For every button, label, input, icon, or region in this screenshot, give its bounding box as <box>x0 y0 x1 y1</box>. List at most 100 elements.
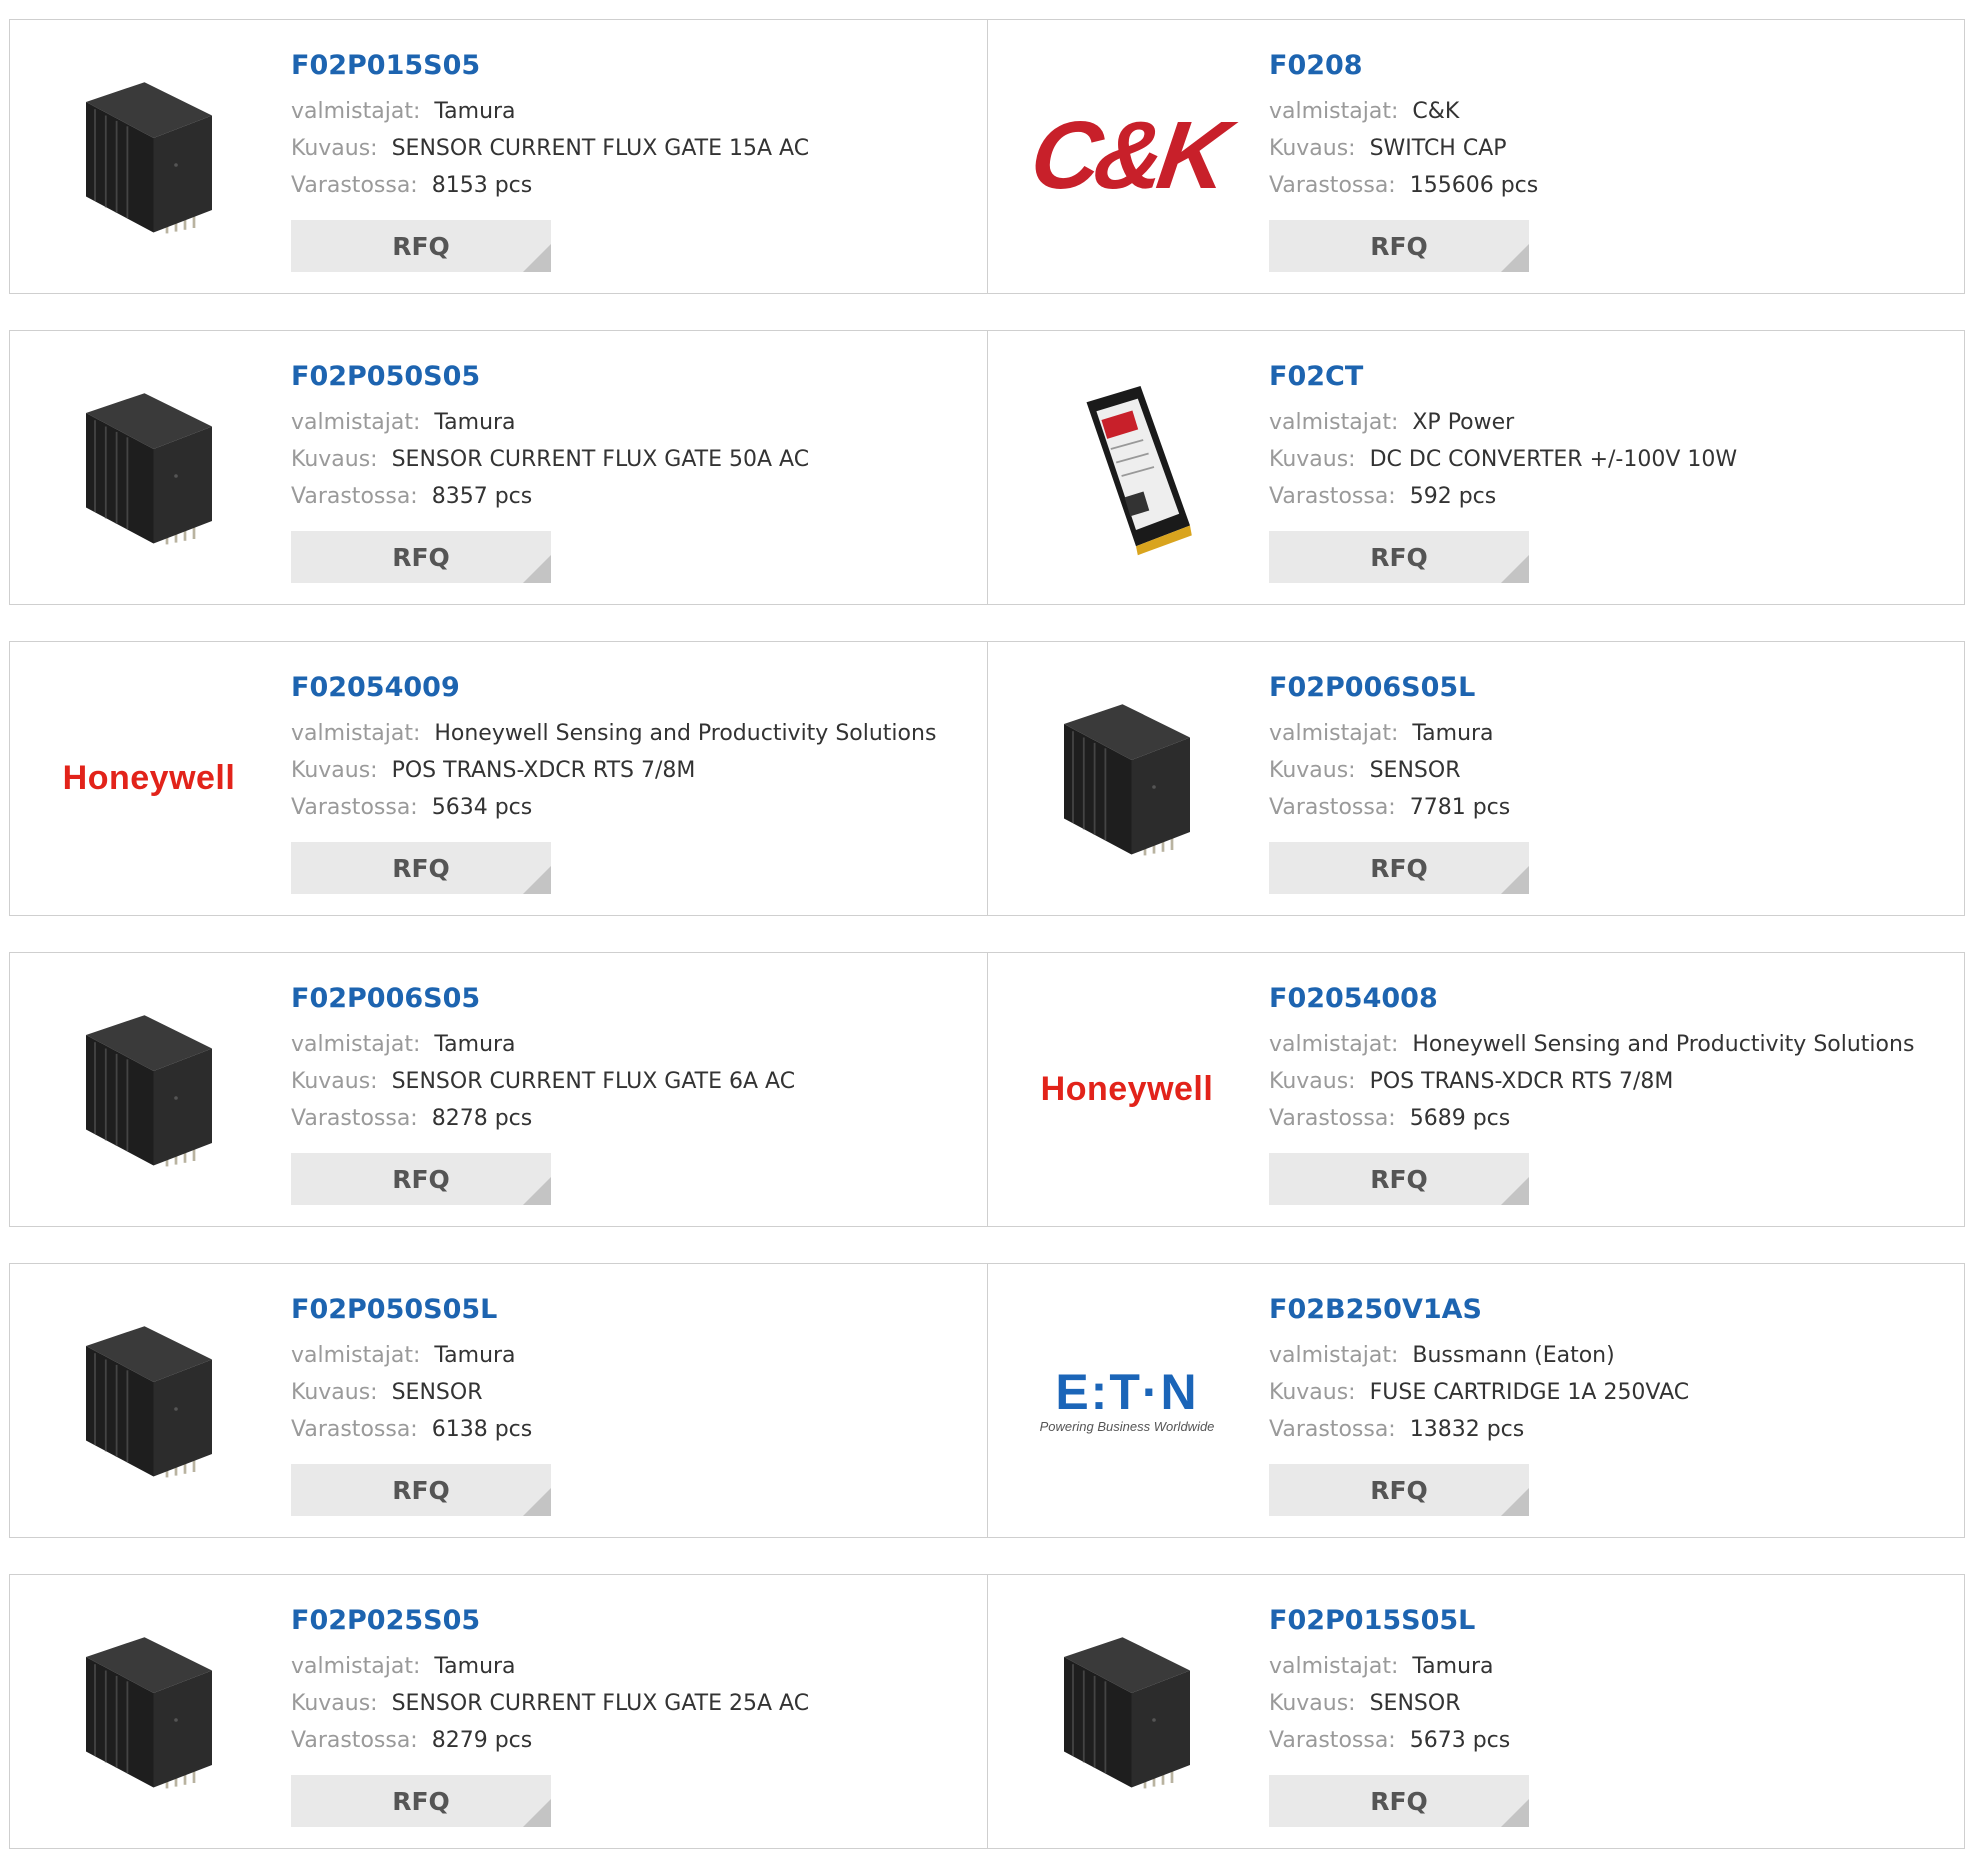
product-image[interactable] <box>1027 1611 1227 1811</box>
description-label: Kuvaus: <box>1269 1380 1356 1405</box>
description-value: FUSE CARTRIDGE 1A 250VAC <box>1369 1380 1690 1405</box>
product-image[interactable]: C&K <box>1024 56 1230 256</box>
corner-triangle-icon <box>1501 1799 1529 1827</box>
product-card: F02P015S05 valmistajat: Tamura Kuvaus: SENSO… <box>10 20 987 293</box>
description-label: Kuvaus: <box>291 447 378 472</box>
stock-value: 6138 pcs <box>431 1417 533 1442</box>
description-value: POS TRANS-XDCR RTS 7/8M <box>391 758 696 783</box>
product-image[interactable] <box>49 1611 249 1811</box>
part-number-link[interactable]: F02P015S05 <box>291 50 480 81</box>
manufacturer-value: C&K <box>1412 99 1460 124</box>
manufacturer-label: valmistajat: <box>1269 99 1399 124</box>
product-card: Honeywell F02054009 valmistajat: Honeywell … <box>10 642 987 915</box>
rfq-button[interactable]: RFQ <box>291 1464 551 1516</box>
stock-line: Varastossa: 5673 pcs <box>1269 1728 1510 1753</box>
product-image[interactable] <box>49 56 249 256</box>
stock-line: Varastossa: 8153 pcs <box>291 173 532 198</box>
product-row: F02P015S05 valmistajat: Tamura Kuvaus: SENSO… <box>9 19 1965 294</box>
product-image[interactable]: E:T·N Powering Business Worldwide <box>1027 1300 1227 1500</box>
manufacturer-line: valmistajat: Tamura <box>1269 1654 1494 1679</box>
rfq-button[interactable]: RFQ <box>291 1775 551 1827</box>
product-card: F02P015S05L valmistajat: Tamura Kuvaus: SENS… <box>987 1575 1964 1848</box>
manufacturer-line: valmistajat: Tamura <box>291 1032 516 1057</box>
rfq-button[interactable]: RFQ <box>291 842 551 894</box>
rfq-button[interactable]: RFQ <box>1269 220 1529 272</box>
corner-triangle-icon <box>1501 555 1529 583</box>
rfq-label: RFQ <box>392 542 450 572</box>
part-number-link[interactable]: F02054008 <box>1269 983 1438 1014</box>
stock-line: Varastossa: 13832 pcs <box>1269 1417 1524 1442</box>
product-card: F02P050S05 valmistajat: Tamura Kuvaus: SENSO… <box>10 331 987 604</box>
stock-line: Varastossa: 5689 pcs <box>1269 1106 1510 1131</box>
description-value: SENSOR <box>1369 1691 1461 1716</box>
product-image[interactable]: Honeywell <box>49 678 249 878</box>
converter-icon <box>1037 372 1217 562</box>
ck-logo: C&K <box>1024 102 1230 209</box>
description-line: Kuvaus: SENSOR <box>1269 1691 1460 1716</box>
product-image[interactable]: Honeywell <box>1027 989 1227 1189</box>
stock-label: Varastossa: <box>291 484 418 509</box>
rfq-button[interactable]: RFQ <box>291 531 551 583</box>
stock-value: 5689 pcs <box>1409 1106 1511 1131</box>
description-line: Kuvaus: POS TRANS-XDCR RTS 7/8M <box>291 758 695 783</box>
part-number-link[interactable]: F02P050S05L <box>291 1294 497 1325</box>
description-value: DC DC CONVERTER +/-100V 10W <box>1369 447 1738 472</box>
manufacturer-value: Tamura <box>434 1654 516 1679</box>
corner-triangle-icon <box>523 244 551 272</box>
rfq-button[interactable]: RFQ <box>291 220 551 272</box>
rfq-button[interactable]: RFQ <box>1269 1153 1529 1205</box>
description-label: Kuvaus: <box>291 758 378 783</box>
product-card: Honeywell F02054008 valmistajat: Honeywell … <box>987 953 1964 1226</box>
manufacturer-value: Tamura <box>434 99 516 124</box>
rfq-label: RFQ <box>392 1475 450 1505</box>
part-number-link[interactable]: F02B250V1AS <box>1269 1294 1482 1325</box>
description-label: Kuvaus: <box>291 1069 378 1094</box>
rfq-button[interactable]: RFQ <box>1269 842 1529 894</box>
manufacturer-line: valmistajat: Tamura <box>291 1343 516 1368</box>
description-value: POS TRANS-XDCR RTS 7/8M <box>1369 1069 1674 1094</box>
rfq-label: RFQ <box>1370 1164 1428 1194</box>
product-image[interactable] <box>49 367 249 567</box>
product-image[interactable] <box>1027 678 1227 878</box>
rfq-label: RFQ <box>1370 1475 1428 1505</box>
product-card: E:T·N Powering Business Worldwide F02B250V… <box>987 1264 1964 1537</box>
manufacturer-value: XP Power <box>1412 410 1515 435</box>
stock-value: 7781 pcs <box>1409 795 1511 820</box>
product-card: F02P006S05L valmistajat: Tamura Kuvaus: SENS… <box>987 642 1964 915</box>
manufacturer-label: valmistajat: <box>291 721 421 746</box>
rfq-label: RFQ <box>392 231 450 261</box>
stock-label: Varastossa: <box>1269 173 1396 198</box>
product-card: C&K F0208 valmistajat: C&K Kuvaus: SWITCH CAP… <box>987 20 1964 293</box>
stock-label: Varastossa: <box>291 1728 418 1753</box>
part-number-link[interactable]: F02P025S05 <box>291 1605 480 1636</box>
stock-value: 8279 pcs <box>431 1728 533 1753</box>
product-image[interactable] <box>49 1300 249 1500</box>
part-number-link[interactable]: F0208 <box>1269 50 1363 81</box>
stock-label: Varastossa: <box>1269 1106 1396 1131</box>
manufacturer-value: Tamura <box>1412 721 1494 746</box>
part-number-link[interactable]: F02P050S05 <box>291 361 480 392</box>
part-number-link[interactable]: F02P015S05L <box>1269 1605 1475 1636</box>
product-image[interactable] <box>49 989 249 1189</box>
manufacturer-value: Bussmann (Eaton) <box>1412 1343 1615 1368</box>
manufacturer-label: valmistajat: <box>1269 721 1399 746</box>
rfq-button[interactable]: RFQ <box>1269 1775 1529 1827</box>
sensor-icon <box>1037 683 1217 873</box>
product-row: F02P025S05 valmistajat: Tamura Kuvaus: SENSO… <box>9 1574 1965 1849</box>
manufacturer-value: Tamura <box>434 410 516 435</box>
rfq-button[interactable]: RFQ <box>1269 1464 1529 1516</box>
description-line: Kuvaus: SENSOR <box>1269 758 1460 783</box>
description-label: Kuvaus: <box>1269 136 1356 161</box>
rfq-label: RFQ <box>1370 542 1428 572</box>
rfq-button[interactable]: RFQ <box>1269 531 1529 583</box>
product-card: F02P006S05 valmistajat: Tamura Kuvaus: SENSO… <box>10 953 987 1226</box>
part-number-link[interactable]: F02P006S05 <box>291 983 480 1014</box>
description-label: Kuvaus: <box>1269 1691 1356 1716</box>
part-number-link[interactable]: F02CT <box>1269 361 1363 392</box>
part-number-link[interactable]: F02054009 <box>291 672 460 703</box>
part-number-link[interactable]: F02P006S05L <box>1269 672 1475 703</box>
stock-label: Varastossa: <box>1269 484 1396 509</box>
sensor-icon <box>59 372 239 562</box>
rfq-button[interactable]: RFQ <box>291 1153 551 1205</box>
product-image[interactable] <box>1027 367 1227 567</box>
